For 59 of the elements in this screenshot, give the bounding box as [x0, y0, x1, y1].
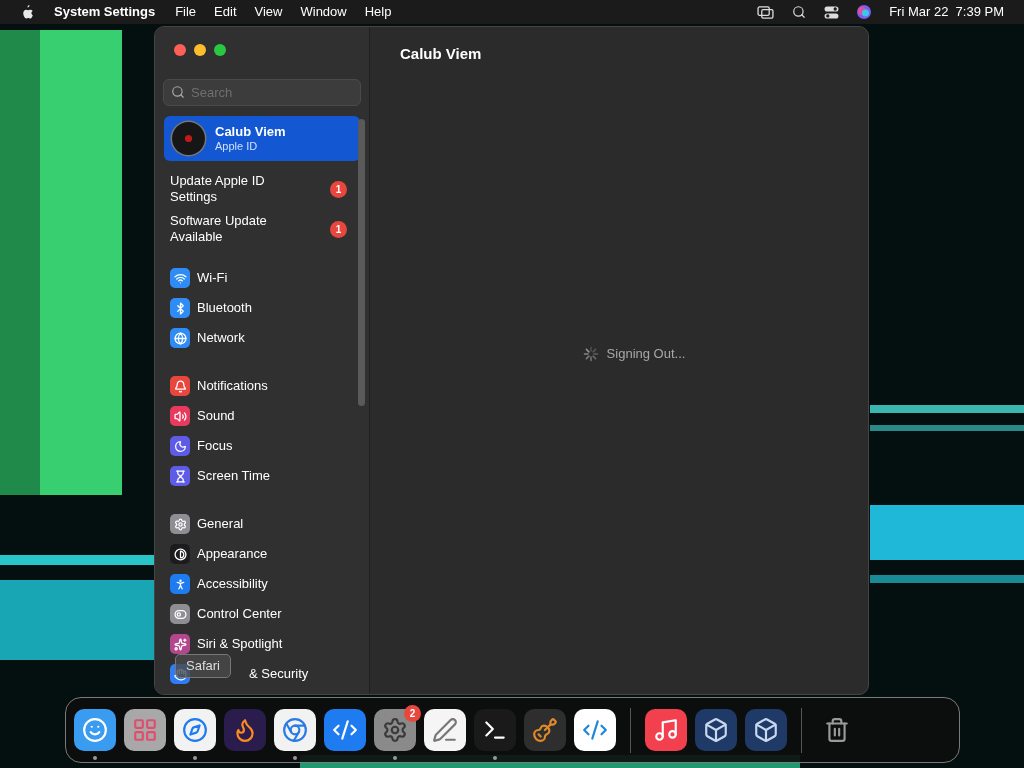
sidebar-label[interactable]: Bluetooth: [197, 298, 252, 318]
dock-app[interactable]: [74, 709, 116, 760]
menu-item[interactable]: Edit: [214, 2, 237, 22]
notification-badge: 1: [330, 180, 347, 198]
sidebar-label[interactable]: Sound: [197, 406, 235, 426]
sidebar-label[interactable]: General: [197, 514, 244, 534]
trash-icon: [824, 717, 850, 743]
control-center-icon[interactable]: [824, 5, 840, 19]
compass-icon: [182, 717, 208, 743]
sidebar-label[interactable]: & Security: [249, 664, 309, 684]
chrome-icon: [282, 717, 308, 743]
account-name: Calub Viem: [215, 123, 286, 139]
minimize-button[interactable]: [194, 44, 206, 56]
music-icon: [653, 717, 679, 743]
menu-item[interactable]: View: [254, 2, 283, 22]
grid-icon: [132, 717, 158, 743]
status-text: Signing Out...: [606, 345, 686, 363]
apple-icon[interactable]: [20, 4, 34, 20]
sidebar-label[interactable]: Notifications: [197, 376, 268, 396]
windows-icon[interactable]: [757, 5, 775, 19]
sidebar-label[interactable]: Appearance: [197, 544, 268, 564]
menu-item[interactable]: File: [175, 2, 197, 22]
pen-icon: [432, 717, 458, 743]
face-icon: [82, 717, 108, 743]
notification-badge: 1: [330, 220, 347, 238]
code-icon: [582, 717, 608, 743]
notice-label: Software Update Available: [170, 213, 268, 245]
avatar: [170, 120, 207, 157]
cube-icon: [753, 717, 779, 743]
tooltip: Safari: [175, 654, 231, 678]
search-icon: [171, 85, 185, 99]
window-title: Calub Viem: [400, 44, 483, 64]
notice-label: Update Apple ID Settings: [170, 173, 266, 205]
clock: Fri Mar 22 7:39 PM: [889, 3, 1004, 22]
sidebar-label[interactable]: Control Center: [197, 604, 282, 624]
sidebar-label[interactable]: Wi-Fi: [197, 268, 228, 288]
cube-icon: [703, 717, 729, 743]
sidebar-label[interactable]: Siri & Spotlight: [197, 634, 283, 654]
sidebar-label[interactable]: Network: [197, 328, 245, 348]
dock-app[interactable]: [174, 709, 216, 760]
guitar-icon: [532, 717, 558, 743]
dock-app[interactable]: [474, 709, 516, 760]
account-subtitle: Apple ID: [215, 138, 259, 154]
notification-badge: 2: [404, 705, 421, 722]
app-menu[interactable]: System Settings: [54, 2, 156, 22]
search-icon[interactable]: [792, 5, 807, 19]
gear-icon: [382, 717, 408, 743]
dock-app[interactable]: [274, 709, 316, 760]
menu-item[interactable]: Window: [300, 2, 347, 22]
sidebar-label[interactable]: Screen Time: [197, 466, 270, 486]
dock-app[interactable]: [374, 709, 416, 760]
sidebar-label[interactable]: Focus: [197, 436, 233, 456]
menu-item[interactable]: Help: [364, 2, 392, 22]
close-button[interactable]: [174, 44, 186, 56]
account-row[interactable]: Calub Viem Apple ID: [164, 116, 360, 161]
siri-icon[interactable]: [857, 5, 872, 19]
spinner-icon: [582, 345, 599, 362]
sidebar-label[interactable]: Accessibility: [197, 574, 268, 594]
zoom-button[interactable]: [214, 44, 226, 56]
